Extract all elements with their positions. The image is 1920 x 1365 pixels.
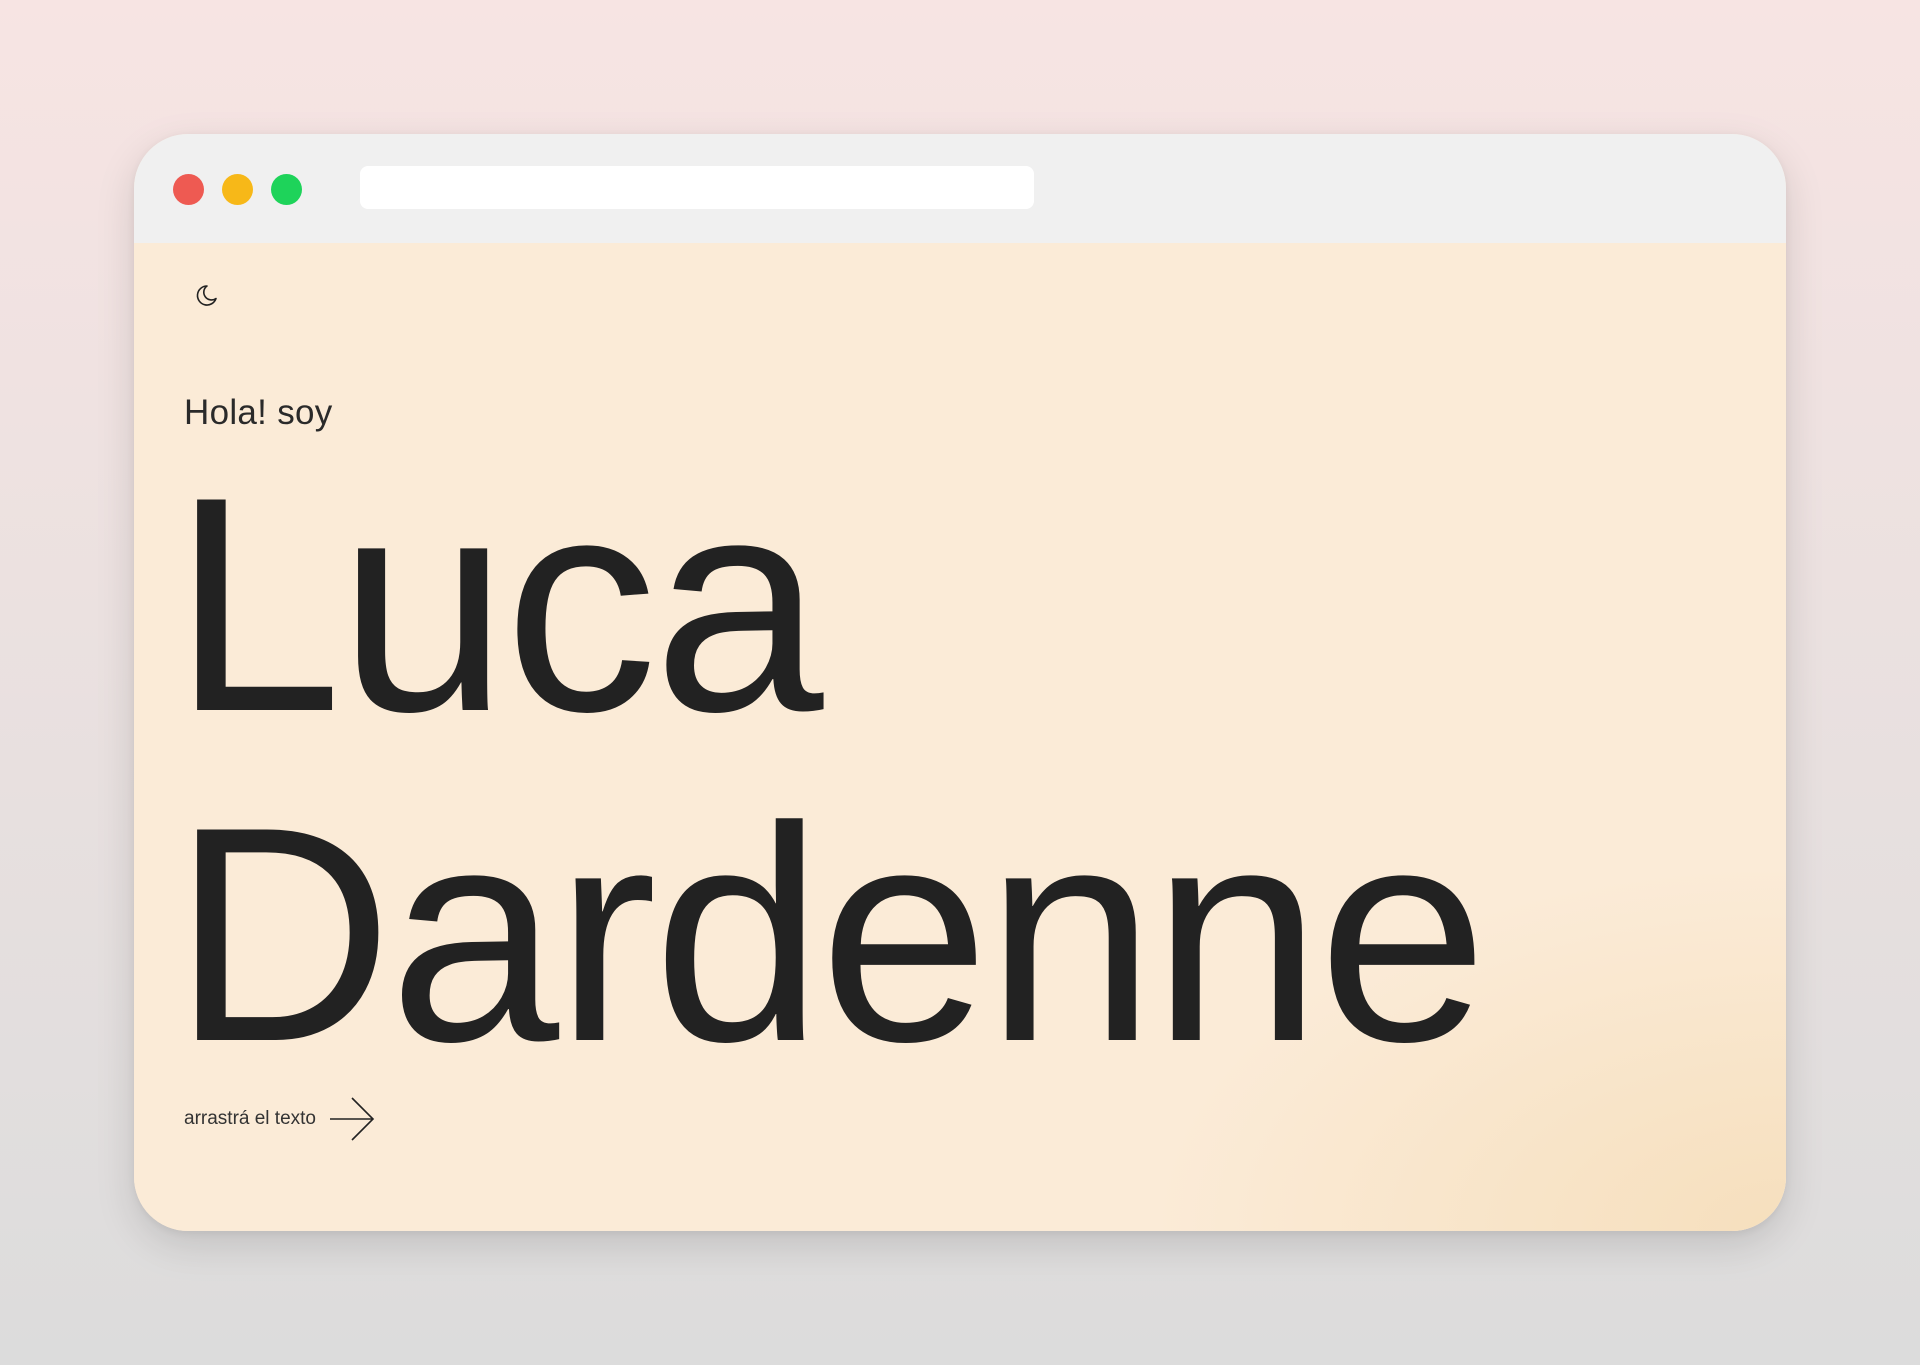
browser-window: Hola! soy Luca Dardenne arrastrá el text… <box>134 134 1786 1231</box>
address-bar[interactable] <box>360 166 1034 209</box>
last-name-heading[interactable]: Dardenne <box>172 781 1488 1087</box>
close-window-button[interactable] <box>173 174 204 205</box>
maximize-window-button[interactable] <box>271 174 302 205</box>
drag-hint-label: arrastrá el texto <box>184 1108 316 1129</box>
greeting-text: Hola! soy <box>184 393 333 432</box>
arrow-right-icon <box>330 1097 375 1141</box>
page-content: Hola! soy Luca Dardenne arrastrá el text… <box>134 243 1786 1231</box>
first-name-heading[interactable]: Luca <box>172 451 824 757</box>
browser-titlebar <box>134 134 1786 243</box>
minimize-window-button[interactable] <box>222 174 253 205</box>
drag-hint: arrastrá el texto <box>184 1095 376 1143</box>
moon-icon[interactable] <box>191 280 221 310</box>
